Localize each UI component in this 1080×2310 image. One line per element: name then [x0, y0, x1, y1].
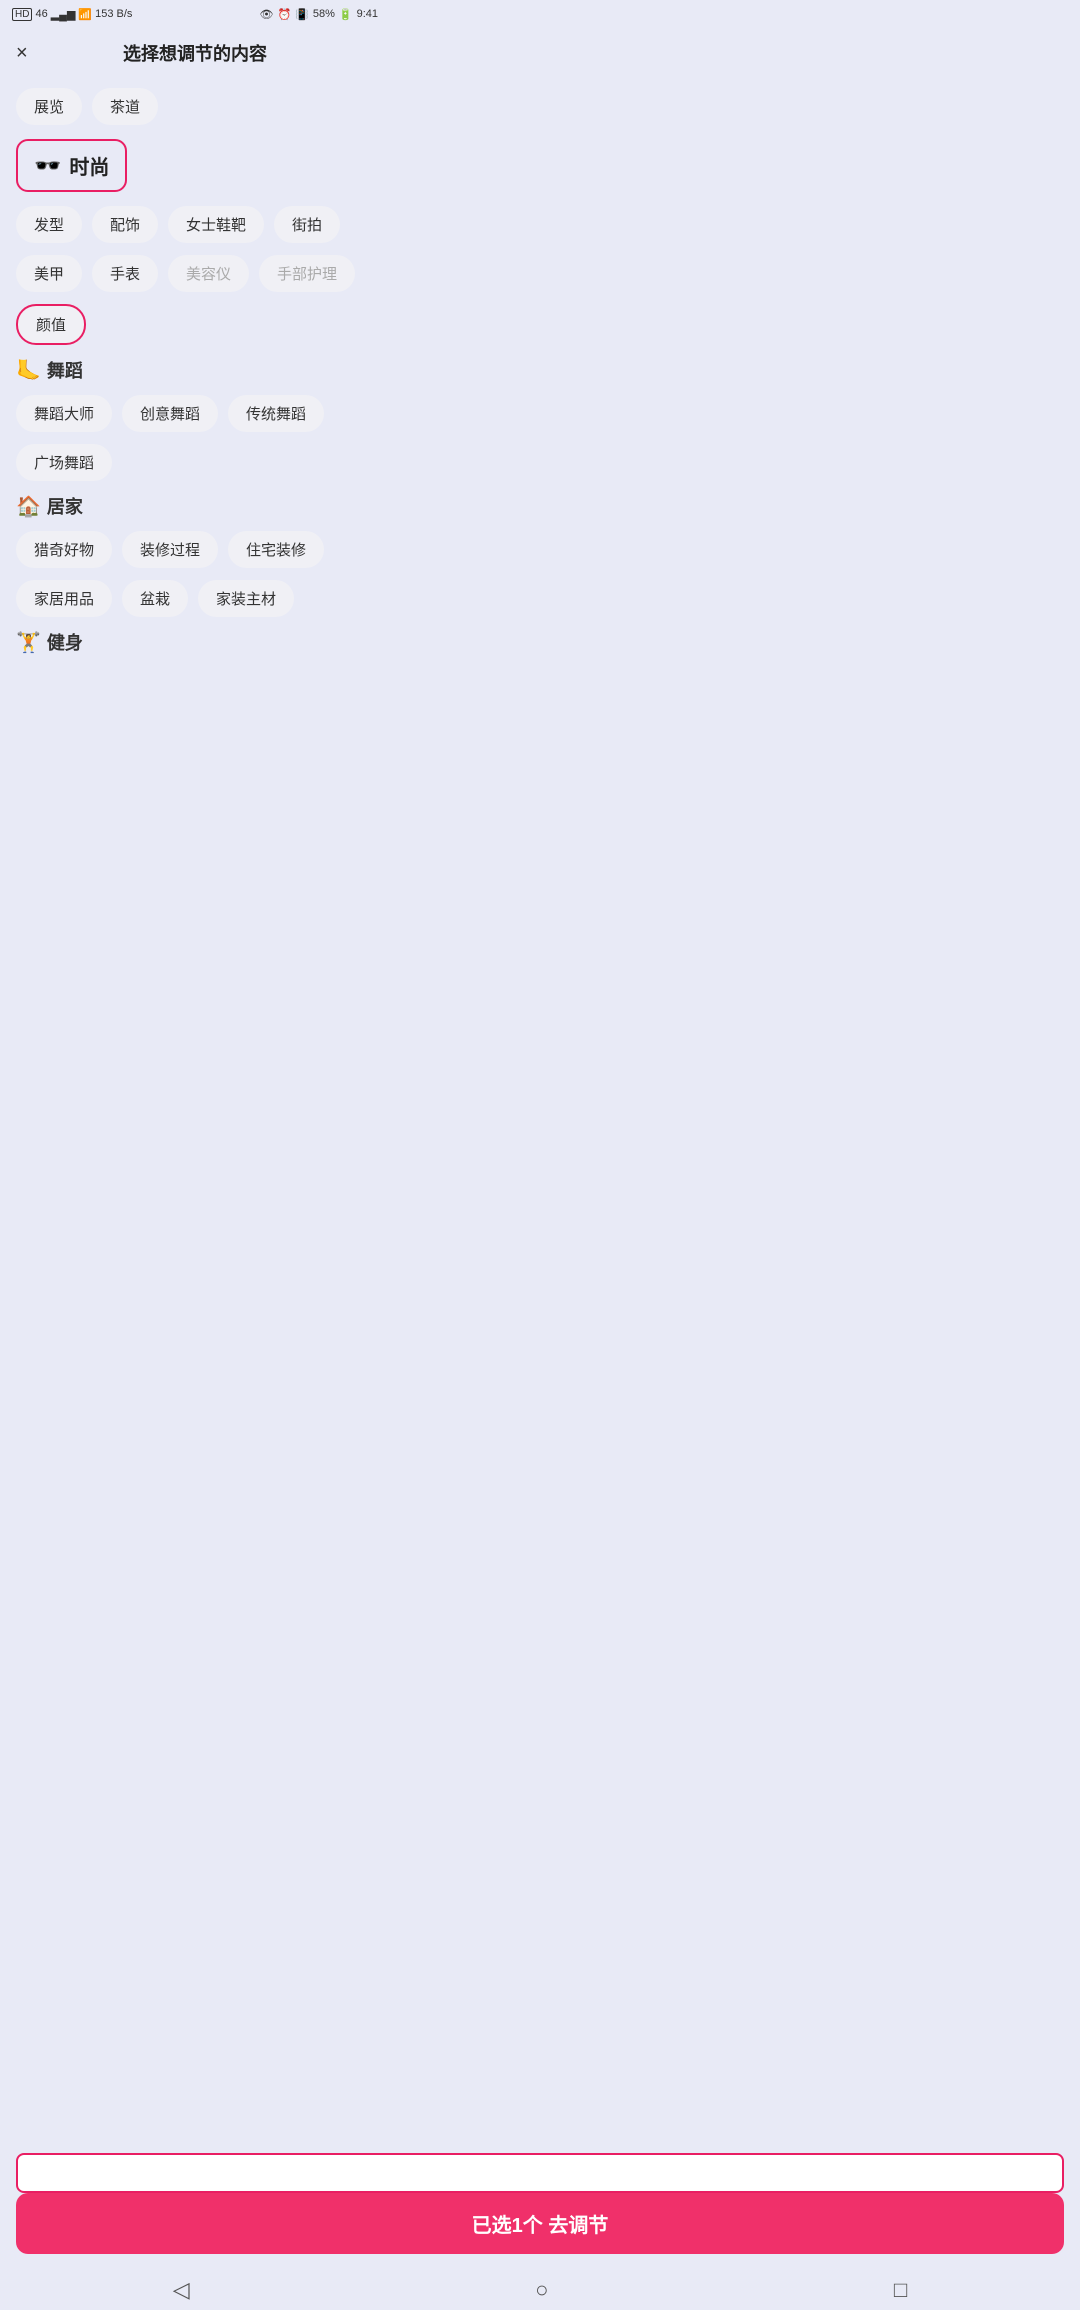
tag-wudao-dashi[interactable]: 舞蹈大师	[16, 395, 112, 432]
bottom-action-area: 已选1个 去调节	[0, 2153, 1080, 2270]
home-tags-row1: 猎奇好物 装修过程 住宅装修	[16, 531, 374, 568]
tag-zhuzhai-zhuangxiu[interactable]: 住宅装修	[228, 531, 324, 568]
nav-home-icon[interactable]: ○	[535, 2277, 548, 2303]
wifi-icon: 📶	[78, 8, 92, 21]
fashion-tags-row2: 美甲 手表 美容仪 手部护理	[16, 255, 374, 292]
tag-jiazhuang-zhucai[interactable]: 家装主材	[198, 580, 294, 617]
tag-yanzhi-selected[interactable]: 颜值	[16, 304, 86, 345]
signal-bars-icon: ▂▄▆	[51, 8, 76, 21]
category-fashion: 🕶️ 时尚 发型 配饰 女士鞋靶 街拍 美甲 手表 美容仪 手部护理 颜值	[16, 139, 374, 345]
fashion-icon: 🕶️	[34, 153, 61, 179]
tag-penzai[interactable]: 盆栽	[122, 580, 188, 617]
tag-faxing[interactable]: 发型	[16, 206, 82, 243]
time-display: 9:41	[357, 8, 378, 20]
confirm-button[interactable]: 已选1个 去调节	[16, 2193, 1064, 2254]
close-button[interactable]: ×	[16, 43, 28, 63]
fashion-tags-row3: 颜值	[16, 304, 374, 345]
tag-chuantong-wudao[interactable]: 传统舞蹈	[228, 395, 324, 432]
eye-icon: 👁	[259, 8, 273, 21]
dance-icon: 🦶	[16, 358, 41, 383]
page-title: 选择想调节的内容	[123, 40, 267, 66]
tag-nvshouxie[interactable]: 女士鞋靶	[168, 206, 264, 243]
status-right: 👁 ⏰ 📳 58% 🔋 9:41	[259, 8, 378, 21]
fitness-label: 健身	[47, 629, 83, 655]
hd-badge: HD	[12, 8, 32, 21]
nav-back-icon[interactable]: ◁	[173, 2277, 190, 2303]
title-bar: × 选择想调节的内容	[0, 28, 390, 76]
tag-lieqi-haowu[interactable]: 猎奇好物	[16, 531, 112, 568]
tag-chadao[interactable]: 茶道	[92, 88, 158, 125]
nav-recent-icon[interactable]: □	[894, 2277, 907, 2303]
tag-guangchang-wudao[interactable]: 广场舞蹈	[16, 444, 112, 481]
home-tags-row2: 家居用品 盆栽 家装主材	[16, 580, 374, 617]
tag-zhuangxiu-guocheng[interactable]: 装修过程	[122, 531, 218, 568]
dance-category-header[interactable]: 🦶 舞蹈	[16, 357, 374, 383]
fitness-category-header[interactable]: 🏋 健身	[16, 629, 374, 655]
tag-jiepa[interactable]: 街拍	[274, 206, 340, 243]
dance-label: 舞蹈	[47, 357, 83, 383]
dance-tags-row1: 舞蹈大师 创意舞蹈 传统舞蹈	[16, 395, 374, 432]
top-tags-row: 展览 茶道	[16, 88, 374, 125]
alarm-icon: ⏰	[277, 8, 291, 21]
battery-icon: 🔋	[339, 8, 353, 21]
status-bar: HD 46 ▂▄▆ 📶 153 B/s 👁 ⏰ 📳 58% 🔋 9:41	[0, 0, 390, 28]
category-home: 🏠 居家 猎奇好物 装修过程 住宅装修 家居用品 盆栽 家装主材	[16, 493, 374, 617]
fitness-icon: 🏋	[16, 630, 41, 655]
fashion-category-header[interactable]: 🕶️ 时尚	[16, 139, 127, 192]
home-category-header[interactable]: 🏠 居家	[16, 493, 374, 519]
fashion-tags-row1: 发型 配饰 女士鞋靶 街拍	[16, 206, 374, 243]
tag-meijia[interactable]: 美甲	[16, 255, 82, 292]
content-area: 展览 茶道 🕶️ 时尚 发型 配饰 女士鞋靶 街拍 美甲 手表 美容仪 手部护理…	[0, 76, 390, 767]
nav-bar: ◁ ○ □	[0, 2270, 1080, 2310]
category-fitness: 🏋 健身	[16, 629, 374, 655]
category-dance: 🦶 舞蹈 舞蹈大师 创意舞蹈 传统舞蹈 广场舞蹈	[16, 357, 374, 481]
status-left: HD 46 ▂▄▆ 📶 153 B/s	[12, 8, 132, 21]
tag-peishi[interactable]: 配饰	[92, 206, 158, 243]
battery-text: 58%	[313, 8, 335, 20]
dance-tags-row2: 广场舞蹈	[16, 444, 374, 481]
vibrate-icon: 📳	[295, 8, 309, 21]
tag-zhanlan[interactable]: 展览	[16, 88, 82, 125]
speed-text: 153 B/s	[95, 8, 132, 20]
tag-meironyi[interactable]: 美容仪	[168, 255, 249, 292]
fashion-label: 时尚	[69, 151, 109, 180]
tag-shoubiao[interactable]: 手表	[92, 255, 158, 292]
home-icon: 🏠	[16, 494, 41, 519]
tag-jiaju-yongpin[interactable]: 家居用品	[16, 580, 112, 617]
tag-chuangyi-wudao[interactable]: 创意舞蹈	[122, 395, 218, 432]
tag-shoubu[interactable]: 手部护理	[259, 255, 355, 292]
home-label: 居家	[47, 493, 83, 519]
selection-hint-box	[16, 2153, 1064, 2193]
signal-4g: 46	[35, 8, 47, 20]
